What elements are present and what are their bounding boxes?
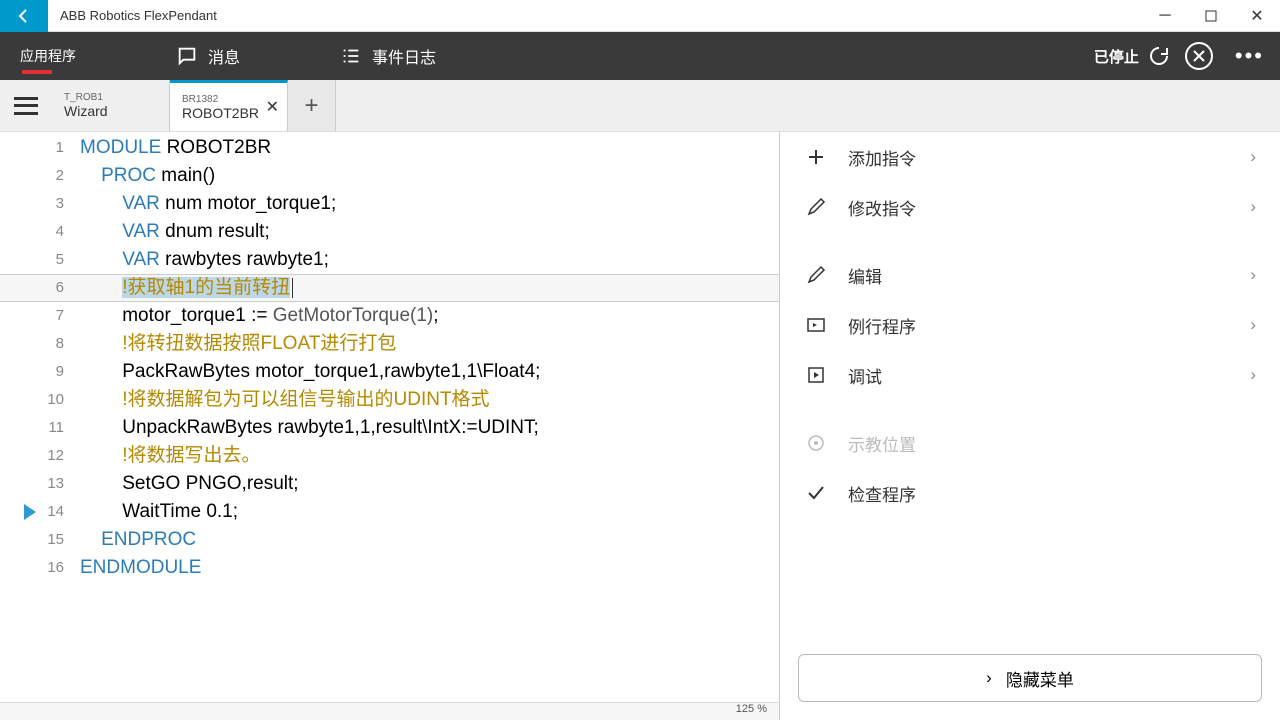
sp-debug[interactable]: 调试 ›: [780, 350, 1280, 400]
maximize-button[interactable]: [1188, 0, 1234, 32]
chevron-right-icon: ›: [1250, 197, 1256, 217]
zoom-status: 125 %: [0, 702, 779, 720]
hide-menu-button[interactable]: › 隐藏菜单: [798, 654, 1262, 702]
line-number: 16: [0, 554, 80, 582]
message-icon: [176, 45, 198, 67]
selected-text: !获取轴1的当前转扭: [122, 277, 290, 298]
pencil-icon: [804, 197, 828, 217]
back-button[interactable]: [0, 0, 48, 32]
line-number: 1: [0, 134, 80, 162]
chevron-right-icon: ›: [986, 668, 992, 688]
tab-add-button[interactable]: +: [288, 80, 336, 131]
topbar-eventlog-label: 事件日志: [372, 44, 436, 68]
line-number: 4: [0, 218, 80, 246]
tab-wizard-main: Wizard: [64, 103, 157, 119]
plus-icon: [804, 147, 828, 167]
line-number: 14: [0, 498, 80, 526]
topbar-messages[interactable]: 消息: [156, 32, 260, 80]
line-number: 11: [0, 414, 80, 442]
minimize-button[interactable]: ─: [1142, 0, 1188, 32]
sp-check-label: 检查程序: [848, 481, 916, 506]
sp-modify-label: 修改指令: [848, 195, 916, 220]
routine-icon: [804, 315, 828, 335]
chevron-right-icon: ›: [1250, 265, 1256, 285]
hamburger-menu[interactable]: [0, 80, 52, 131]
sp-modify-instruction[interactable]: 修改指令 ›: [780, 182, 1280, 232]
sp-edit[interactable]: 编辑 ›: [780, 250, 1280, 300]
sp-edit-label: 编辑: [848, 263, 882, 288]
chevron-right-icon: ›: [1250, 365, 1256, 385]
accent-indicator: [22, 70, 52, 74]
line-number: 5: [0, 246, 80, 274]
tab-robot2br[interactable]: BR1382 ROBOT2BR ✕: [170, 80, 288, 131]
topbar-eventlog[interactable]: 事件日志: [320, 32, 456, 80]
window-title: ABB Robotics FlexPendant: [48, 8, 1142, 23]
line-number: 9: [0, 358, 80, 386]
stop-mode-icon[interactable]: [1185, 42, 1213, 70]
target-icon: [804, 433, 828, 453]
check-icon: [804, 483, 828, 503]
sp-debug-label: 调试: [848, 363, 882, 388]
sp-add-label: 添加指令: [848, 145, 916, 170]
tab-robot2br-small: BR1382: [182, 94, 275, 105]
debug-icon: [804, 365, 828, 385]
sp-routines[interactable]: 例行程序 ›: [780, 300, 1280, 350]
chevron-right-icon: ›: [1250, 315, 1256, 335]
line-number: 6: [0, 274, 80, 302]
chevron-right-icon: ›: [1250, 147, 1256, 167]
sp-routines-label: 例行程序: [848, 313, 916, 338]
tab-close-button[interactable]: ✕: [266, 97, 279, 117]
line-number: 15: [0, 526, 80, 554]
code-editor[interactable]: 1MODULE ROBOT2BR 2 PROC main() 3 VAR num…: [0, 132, 780, 720]
line-number: 7: [0, 302, 80, 330]
sp-add-instruction[interactable]: 添加指令 ›: [780, 132, 1280, 182]
sp-teach-position: 示教位置: [780, 418, 1280, 468]
list-icon: [340, 45, 362, 67]
tab-wizard[interactable]: T_ROB1 Wizard: [52, 80, 170, 131]
line-number: 12: [0, 442, 80, 470]
hide-menu-label: 隐藏菜单: [1006, 666, 1074, 691]
line-number: 2: [0, 162, 80, 190]
line-number: 10: [0, 386, 80, 414]
sp-check-program[interactable]: 检查程序: [780, 468, 1280, 518]
pencil-icon: [804, 265, 828, 285]
line-number: 8: [0, 330, 80, 358]
tab-robot2br-main: ROBOT2BR: [182, 105, 275, 121]
line-number: 3: [0, 190, 80, 218]
status-text: 已停止: [1094, 46, 1139, 67]
close-button[interactable]: ✕: [1234, 0, 1280, 32]
sp-teach-label: 示教位置: [848, 431, 916, 456]
topbar-app-label: 应用程序: [20, 46, 76, 66]
tab-wizard-small: T_ROB1: [64, 92, 157, 103]
topbar-more[interactable]: •••: [1219, 32, 1280, 80]
topbar-messages-label: 消息: [208, 44, 240, 68]
hamburger-icon: [14, 97, 38, 115]
refresh-icon[interactable]: [1145, 42, 1173, 70]
text-cursor: [292, 278, 293, 298]
line-number: 13: [0, 470, 80, 498]
